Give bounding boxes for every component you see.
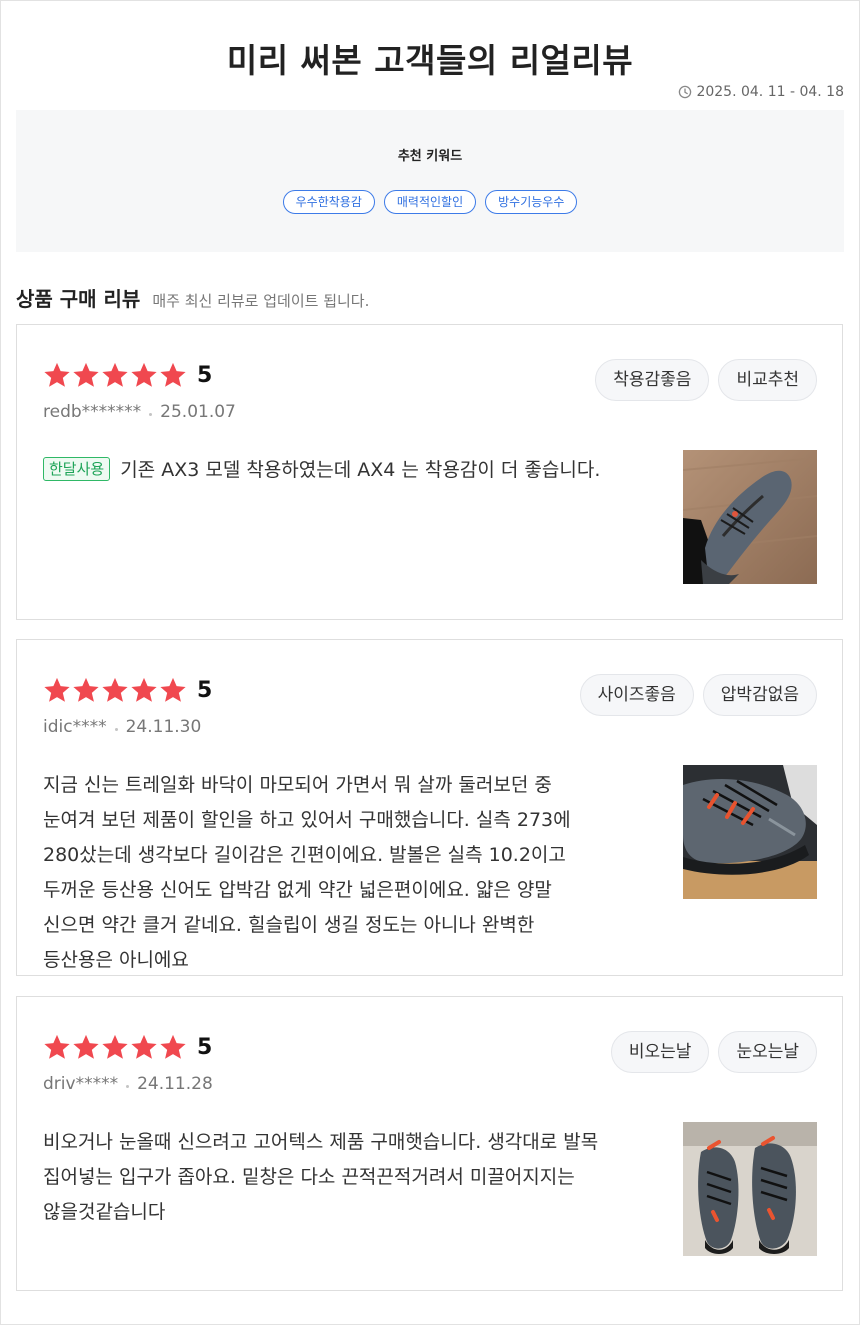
- review-tag[interactable]: 착용감좋음: [595, 359, 710, 401]
- page-title: 미리 써본 고객들의 리얼리뷰: [226, 41, 634, 80]
- hiking-shoe-photo: [683, 765, 817, 899]
- star-icon: [131, 362, 157, 387]
- reviewer-id: driv*****: [43, 1074, 119, 1094]
- keyword-chip[interactable]: 우수한착용감: [282, 190, 375, 214]
- review-text: 지금 신는 트레일화 바닥이 마모되어 가면서 뭐 살까 둘러보던 중 눈여겨 …: [43, 774, 571, 971]
- separator-dot: [126, 1084, 130, 1088]
- review-period: 2025. 04. 11 - 04. 18: [678, 84, 844, 100]
- hiking-shoe-photo: [683, 1122, 817, 1256]
- star-icon: [102, 677, 128, 702]
- star-icon: [102, 1034, 128, 1059]
- review-tag[interactable]: 눈오는날: [718, 1031, 817, 1073]
- review-tag[interactable]: 비오는날: [610, 1031, 710, 1073]
- usage-badge: 한달사용: [43, 457, 111, 481]
- star-rating: 5: [43, 361, 212, 389]
- star-icon: [160, 1034, 186, 1059]
- review-tag[interactable]: 사이즈좋음: [579, 674, 694, 716]
- star-rating: 5: [43, 676, 212, 704]
- review-tags: 사이즈좋음 압박감없음: [579, 674, 817, 716]
- review-date: 24.11.28: [137, 1074, 213, 1094]
- star-icon: [131, 1034, 157, 1059]
- review-text: 비오거나 눈올때 신으려고 고어텍스 제품 구매햇습니다. 생각대로 발목 집어…: [43, 1131, 599, 1223]
- keyword-chip[interactable]: 매력적인할인: [383, 190, 477, 214]
- section-title: 상품 구매 리뷰: [16, 287, 141, 311]
- review-photo[interactable]: [683, 1122, 817, 1256]
- review-meta: driv***** 24.11.28: [43, 1074, 213, 1094]
- review-photo[interactable]: [683, 450, 817, 584]
- star-rating: 5: [43, 1033, 212, 1061]
- review-text: 기존 AX3 모델 착용하였는데 AX4 는 착용감이 더 좋습니다.: [120, 459, 601, 481]
- separator-dot: [149, 412, 153, 416]
- star-icon: [44, 677, 70, 702]
- section-header: 상품 구매 리뷰 매주 최신 리뷰로 업데이트 됩니다.: [16, 283, 369, 312]
- review-photo[interactable]: [683, 765, 817, 899]
- star-icon: [102, 362, 128, 387]
- star-icon: [160, 362, 186, 387]
- rating-score: 5: [197, 362, 213, 388]
- review-widget: 미리 써본 고객들의 리얼리뷰 2025. 04. 11 - 04. 18 추천…: [0, 0, 860, 1325]
- star-icon: [73, 677, 99, 702]
- star-icon: [73, 362, 99, 387]
- clock-icon: [679, 85, 692, 99]
- star-icon: [73, 1034, 99, 1059]
- star-icon: [44, 1034, 70, 1059]
- review-meta: redb******* 25.01.07: [43, 402, 236, 422]
- review-tags: 착용감좋음 비교추천: [595, 359, 817, 401]
- star-icon: [131, 677, 157, 702]
- review-date: 24.11.30: [125, 717, 202, 737]
- review-text-block: 한달사용 기존 AX3 모델 착용하였는데 AX4 는 착용감이 더 좋습니다.: [43, 453, 609, 488]
- keyword-chip[interactable]: 방수기능우수: [485, 190, 578, 214]
- star-icon: [160, 677, 186, 702]
- review-card: 5 driv***** 24.11.28 비오는날 눈오는날 비오거나 눈올때 …: [16, 996, 843, 1291]
- review-card: 5 redb******* 25.01.07 착용감좋음 비교추천 한달사용 기존…: [16, 324, 843, 620]
- reviewer-id: idic****: [43, 717, 107, 737]
- keyword-chip-list: 우수한착용감 매력적인할인 방수기능우수: [16, 190, 844, 214]
- reviewer-id: redb*******: [43, 402, 142, 422]
- rating-score: 5: [197, 1034, 213, 1060]
- star-icon: [44, 362, 70, 387]
- keyword-panel: 추천 키워드 우수한착용감 매력적인할인 방수기능우수: [16, 110, 844, 252]
- section-subtitle: 매주 최신 리뷰로 업데이트 됩니다.: [152, 292, 370, 310]
- review-tag[interactable]: 압박감없음: [702, 674, 817, 716]
- keyword-title: 추천 키워드: [397, 149, 463, 164]
- review-meta: idic**** 24.11.30: [43, 717, 201, 737]
- review-date: 25.01.07: [160, 402, 236, 422]
- review-card: 5 idic**** 24.11.30 사이즈좋음 압박감없음 지금 신는 트레…: [16, 639, 843, 976]
- rating-score: 5: [197, 677, 213, 703]
- hiking-shoe-photo: [683, 450, 817, 584]
- review-tags: 비오는날 눈오는날: [610, 1031, 817, 1073]
- period-text: 2025. 04. 11 - 04. 18: [696, 84, 844, 100]
- review-tag[interactable]: 비교추천: [718, 359, 817, 401]
- separator-dot: [114, 727, 118, 731]
